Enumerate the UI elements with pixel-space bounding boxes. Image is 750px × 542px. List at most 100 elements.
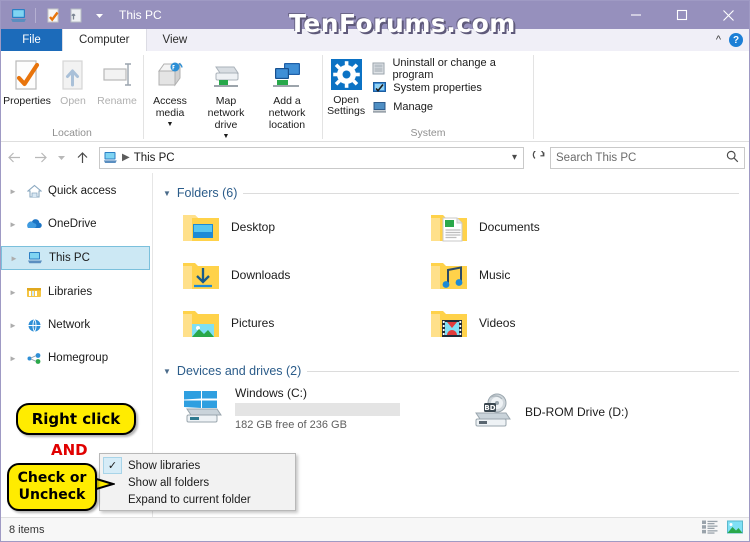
sidebar-item-network[interactable]: ► Network	[1, 314, 152, 336]
context-menu-item-show-all-folders[interactable]: Show all folders	[100, 474, 295, 491]
tab-file[interactable]: File	[1, 29, 62, 51]
access-media-icon	[155, 58, 185, 92]
close-button[interactable]	[705, 1, 749, 29]
window-controls	[613, 1, 749, 29]
tab-view[interactable]: View	[147, 29, 204, 51]
file-explorer-window: This PC TenForums.com File Computer View…	[0, 0, 750, 542]
expand-triangle-icon[interactable]: ►	[9, 187, 20, 196]
properties-icon[interactable]	[43, 5, 63, 25]
sidebar-item-libraries[interactable]: ► Libraries	[1, 281, 152, 303]
rename-button[interactable]: Rename	[93, 56, 141, 107]
documents-folder-icon	[429, 207, 469, 247]
section-rule	[307, 370, 739, 372]
add-network-location-button[interactable]: Add a network location	[256, 56, 318, 131]
back-button[interactable]	[1, 145, 27, 171]
context-menu: ✓ Show libraries Show all folders Expand…	[99, 453, 296, 511]
up-button[interactable]	[69, 145, 95, 171]
onedrive-cloud-icon	[26, 216, 42, 232]
maximize-button[interactable]	[659, 1, 705, 29]
recent-locations-button[interactable]	[53, 145, 69, 171]
sidebar-item-quick-access[interactable]: ► Quick access	[1, 180, 152, 202]
drive-item-windows-c[interactable]: Windows (C:) 182 GB free of 236 GB	[163, 381, 453, 441]
expand-triangle-icon[interactable]: ►	[9, 321, 20, 330]
ribbon-tab-strip: File Computer View	[1, 29, 749, 51]
ribbon-group-label-location: Location	[52, 126, 92, 139]
address-bar: ▶ This PC ▾ Search This PC	[1, 142, 749, 173]
folder-item-label: Pictures	[231, 316, 275, 330]
chevron-up-icon[interactable]: ^	[716, 34, 721, 46]
breadcrumb-separator: ▶	[122, 152, 130, 163]
sidebar-item-label: Quick access	[48, 185, 117, 197]
drive-usage-bar	[235, 403, 400, 416]
chevron-down-icon[interactable]: ▼	[167, 119, 174, 131]
sidebar-item-onedrive[interactable]: ► OneDrive	[1, 213, 152, 235]
map-network-drive-button[interactable]: Map network drive ▼	[196, 56, 256, 143]
expand-triangle-icon[interactable]: ►	[9, 288, 20, 297]
open-label: Open	[60, 95, 86, 107]
add-network-location-icon	[270, 58, 304, 92]
folder-item-documents[interactable]: Documents	[411, 203, 659, 251]
open-button[interactable]: Open	[53, 56, 93, 107]
chevron-down-icon[interactable]: ▾	[512, 152, 521, 163]
folder-item-label: Downloads	[231, 268, 291, 282]
folder-item-desktop[interactable]: Desktop	[163, 203, 411, 251]
expand-triangle-icon[interactable]: ►	[10, 254, 21, 263]
collapse-triangle-icon[interactable]: ▼	[163, 367, 171, 376]
manage-button[interactable]: Manage	[369, 97, 533, 116]
add-network-location-label: Add a network location	[268, 95, 306, 131]
open-settings-button[interactable]: Open Settings	[323, 56, 369, 117]
address-input[interactable]: ▶ This PC ▾	[99, 146, 524, 169]
expand-triangle-icon[interactable]: ►	[9, 354, 20, 363]
status-item-count: 8 items	[9, 523, 45, 536]
search-input[interactable]: Search This PC	[550, 146, 745, 169]
drives-section-header[interactable]: ▼ Devices and drives (2)	[163, 361, 749, 381]
breadcrumb[interactable]: ▶ This PC	[103, 151, 175, 165]
details-view-icon[interactable]	[702, 520, 718, 539]
folders-section-header[interactable]: ▼ Folders (6)	[163, 183, 749, 203]
folder-item-music[interactable]: Music	[411, 251, 659, 299]
uninstall-program-button[interactable]: Uninstall or change a program	[369, 57, 533, 81]
folders-section-title: Folders (6)	[176, 186, 238, 200]
context-menu-item-expand-to-current-folder[interactable]: Expand to current folder	[100, 491, 295, 508]
uninstall-icon	[371, 61, 386, 77]
annotation-and: AND	[51, 441, 88, 459]
refresh-button[interactable]	[528, 150, 550, 165]
status-bar: 8 items	[1, 517, 749, 541]
drive-label: Windows (C:)	[235, 386, 308, 400]
open-settings-label: Open Settings	[327, 94, 366, 117]
sidebar-item-this-pc[interactable]: ► This PC	[1, 246, 150, 270]
help-icon[interactable]: ?	[729, 33, 743, 47]
minimize-button[interactable]	[613, 1, 659, 29]
new-folder-icon[interactable]	[66, 5, 86, 25]
system-properties-button[interactable]: System properties	[369, 78, 533, 97]
folder-item-pictures[interactable]: Pictures	[163, 299, 411, 347]
windows-drive-icon	[181, 385, 225, 429]
properties-button[interactable]: Properties	[1, 56, 53, 107]
check-icon[interactable]: ✓	[103, 457, 122, 474]
music-folder-icon	[429, 255, 469, 295]
breadcrumb-label: This PC	[133, 151, 175, 164]
folder-item-label: Videos	[479, 316, 516, 330]
customize-chevron-icon[interactable]	[89, 5, 109, 25]
this-pc-icon[interactable]	[8, 5, 28, 25]
drive-label: BD-ROM Drive (D:)	[525, 404, 629, 419]
ribbon-divider-3	[533, 55, 534, 139]
rename-label: Rename	[97, 95, 137, 107]
folder-item-downloads[interactable]: Downloads	[163, 251, 411, 299]
drives-grid: Windows (C:) 182 GB free of 236 GB BD BD…	[163, 381, 749, 441]
context-menu-item-show-libraries[interactable]: ✓ Show libraries	[100, 457, 295, 474]
sidebar-item-label: Libraries	[48, 286, 93, 298]
sidebar-item-homegroup[interactable]: ► Homegroup	[1, 347, 152, 369]
access-media-button[interactable]: Access media ▼	[144, 56, 196, 131]
tab-computer[interactable]: Computer	[62, 29, 147, 51]
section-rule	[243, 192, 739, 194]
annotation-check-line1: Check or	[17, 470, 87, 486]
drive-item-bd-rom-d[interactable]: BD BD-ROM Drive (D:)	[453, 381, 703, 441]
folder-item-videos[interactable]: Videos	[411, 299, 659, 347]
search-icon[interactable]	[726, 150, 739, 166]
large-icons-view-icon[interactable]	[727, 520, 743, 539]
forward-button[interactable]	[27, 145, 53, 171]
collapse-triangle-icon[interactable]: ▼	[163, 189, 171, 198]
homegroup-icon	[26, 350, 42, 366]
expand-triangle-icon[interactable]: ►	[9, 220, 20, 229]
